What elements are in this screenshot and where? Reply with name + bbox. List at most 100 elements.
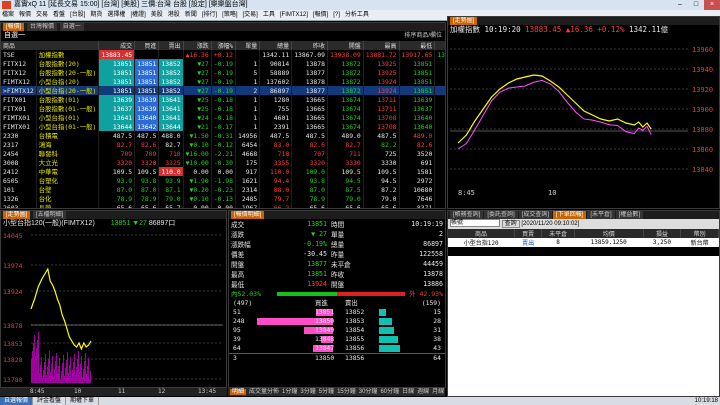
quote-cell: 13867 [434,59,445,68]
toolbar-item-13[interactable]: [交易] [243,12,258,18]
order-book-row[interactable]: 39 13848 13855 38 [229,335,445,344]
minimize-icon[interactable]: – [672,0,688,10]
toolbar-item-8[interactable]: 美股 [151,12,163,18]
quote-row[interactable]: FIMTX01 小型台指(01-一般) 13644 13642 13644 ▼21 -0.1… [1,122,445,131]
tab-watchlist[interactable]: 自選一 [59,23,84,31]
toolbar-item-4[interactable]: [台股] [70,12,85,18]
quote-col-header[interactable]: 最高 [363,41,400,50]
quote-row[interactable]: 101 台壁 87.0 87.0 87.1 ▼0.20 -0.23 2314 88.0 87.0 8… [1,185,445,194]
toolbar-item-3[interactable]: 看盤 [53,12,65,18]
tab-index-trend[interactable]: [走勢圖] [450,17,478,25]
futures-trend-chart[interactable]: 14045 13974 13924 13878 13853 13828 13780 [1,229,226,387]
tab-five-level[interactable]: [五檔明細] [33,211,67,219]
tab-quote-detail[interactable]: [報價明細] [231,211,265,219]
query-button[interactable]: 查詢 [501,220,520,228]
quote-row[interactable]: FITX01 台股指數(01-一般) 13637 13639 13641 ▼25 -0.18… [1,104,445,113]
position-col-header[interactable]: 未平倉 [541,229,575,238]
toolbar-item-11[interactable]: [排行] [202,12,217,18]
position-col-header[interactable]: 均價 [574,229,644,238]
quote-row[interactable]: FIMTX01 小型台指(01) 13641 13640 13641 ▼24 -0.18 1 4… [1,113,445,122]
position-col-header[interactable]: 損益 [643,229,682,238]
period-tab[interactable]: 5分鐘 [319,389,334,395]
period-tab[interactable]: 週線 [417,389,429,395]
maximize-icon[interactable]: □ [688,0,704,10]
index-trend-chart[interactable]: 13960 13940 13920 13900 13880 13860 13840 8:45 1… [448,35,719,207]
quote-row[interactable]: 2330 台積電 487.5 487.5 488.0 ▼1.50 -0.31 14956 487… [1,131,445,140]
quote-col-header[interactable]: 最低 [399,41,436,50]
period-tab[interactable]: 日線 [402,389,414,395]
position-col-header[interactable]: 商品 [448,229,515,238]
tab-quote[interactable]: [報價] [3,23,25,31]
toolbar-item-12[interactable]: [策略] [222,12,237,18]
order-book-row[interactable]: 95 13849 13854 31 [229,326,445,335]
toolbar-item-9[interactable]: 港股 [168,12,180,18]
toolbar-item-0[interactable]: 檔案 [2,12,14,18]
period-tab[interactable]: 成交量分佈 [249,389,279,395]
toolbar-item-14[interactable]: 工具 [263,12,275,18]
status-tab-order[interactable]: 期權下單 [66,397,100,405]
status-tab-review[interactable]: 評金看盤 [33,397,67,405]
quote-row[interactable]: 2317 鴻海 82.7 82.6 82.7 ▼0.10 -0.12 6454 83.0 82.6… [1,140,445,149]
order-book-row[interactable]: 248 13850 13853 28 [229,317,445,326]
period-tab[interactable]: 1分鐘 [282,389,297,395]
quote-row[interactable]: 6505 台塑化 93.9 93.8 93.9 ▼1.90 -1.98 1621 94.4 93.… [1,176,445,185]
quote-row[interactable]: FITX12 台股指數(20-一般) 13851 13851 13852 ▼27 -0.19… [1,68,445,77]
quote-row[interactable]: 2412 中華電 109.5 109.5 110.0 0.00 0.00 917 110.0 10… [1,167,445,176]
position-row[interactable]: 小型台指120 賣出 8 13859.1250 3,250 新台幣 [448,238,719,247]
period-tab[interactable]: 明細 [230,389,247,395]
quote-row[interactable]: FITX01 台股指數(01) 13639 13639 13641 ▼25 -0.18 1 12… [1,95,445,104]
quote-col-header[interactable]: 商品 [1,41,100,50]
trade-tab[interactable]: [委託查詢] [484,211,518,219]
quote-row[interactable]: TSE 加權指數 13883.45 ▲16.36 +0.12 1342.11 13867.0… [1,50,445,59]
volume-bar [42,378,43,383]
tab-futures-trend[interactable]: [走勢圖] [3,211,31,219]
close-icon[interactable]: × [704,0,720,10]
trade-tab[interactable]: [成交查詢] [518,211,553,219]
period-tab[interactable]: 月線 [432,389,444,395]
account-select[interactable]: 帳號 [450,219,500,228]
sort-settings-button[interactable]: 排序商品/欄位 [404,31,442,41]
quote-col-header[interactable]: 漲跌 [183,41,212,50]
toolbar-item-17[interactable]: [?] [333,12,340,18]
period-tab[interactable]: 15分鐘 [337,389,356,395]
quote-row[interactable]: 2454 聯發科 709 709 710 ▼16.00 -2.21 4668 718 707 711… [1,149,445,158]
position-col-header[interactable]: 買賣 [514,229,543,238]
order-book-row[interactable]: 51 13851 13852 15 [229,308,445,317]
position-col-header[interactable]: 幣別 [680,229,719,238]
quote-row[interactable]: 2603 長榮 65.6 65.6 65.7 0.00 0.00 1967 66.2 65.6 65… [1,203,445,208]
quote-row[interactable]: FIMTX12 小型台指(20) 13851 13851 13852 ▼27 -0.19 1 1… [1,77,445,86]
quote-row[interactable]: FITX12 台股指數(20) 13851 13851 13852 ▼27 -0.19 1 90… [1,59,445,68]
quote-row[interactable]: 1326 台化 78.9 78.9 79.0 ▼0.10 -0.13 2485 79.7 78.9… [1,194,445,203]
quote-col-header[interactable]: 成交 [98,41,136,50]
trade-tab[interactable]: [帳務查詢] [450,211,484,219]
trade-tab[interactable]: [下單回報] [553,211,587,219]
quote-col-header[interactable]: 均價 [434,41,445,50]
tab-taiwan-quote[interactable]: 台灣報價 [27,23,58,31]
trade-tab[interactable]: [權益數] [615,211,644,219]
order-book-row[interactable]: 64 13847 13856 43 [229,344,445,353]
quote-col-header[interactable]: 賣出 [158,41,184,50]
quote-col-header[interactable]: 總量 [259,41,293,50]
quote-col-header[interactable]: 單量 [235,41,261,50]
quote-row[interactable]: >FIMTX12 小型台指(20-一般) 13851 13851 13852 ▼27 -0.… [1,86,445,95]
toolbar-item-6[interactable]: 選擇權 [107,12,125,18]
period-tab[interactable]: 3分鐘 [300,389,315,395]
status-tab-watch[interactable]: 自選報價 [0,397,34,405]
trade-tab[interactable]: [未平倉] [587,211,615,219]
toolbar-item-18[interactable]: 分析工具 [345,12,369,18]
quote-col-header[interactable]: 昨收 [291,41,328,50]
quote-col-header[interactable]: 開盤 [327,41,364,50]
quote-col-header[interactable]: 漲幅% [211,41,237,50]
toolbar-item-16[interactable]: [報價] [313,12,328,18]
quote-row[interactable]: 3008 大立光 3320 3320 3325 ▼10.00 -0.30 175 3355 332… [1,158,445,167]
index-chart-header: [走勢圖] [448,17,719,25]
toolbar-item-7[interactable]: [權證] [130,12,145,18]
period-tab[interactable]: 60分鐘 [380,389,399,395]
quote-col-header[interactable]: 買進 [134,41,160,50]
period-tab[interactable]: 30分鐘 [359,389,378,395]
toolbar-item-2[interactable]: 交易 [36,12,48,18]
toolbar-item-15[interactable]: [FIMTX12] [280,12,308,18]
toolbar-item-1[interactable]: 報價 [19,12,31,18]
toolbar-item-5[interactable]: 期貨 [90,12,102,18]
toolbar-item-10[interactable]: 新聞 [185,12,197,18]
